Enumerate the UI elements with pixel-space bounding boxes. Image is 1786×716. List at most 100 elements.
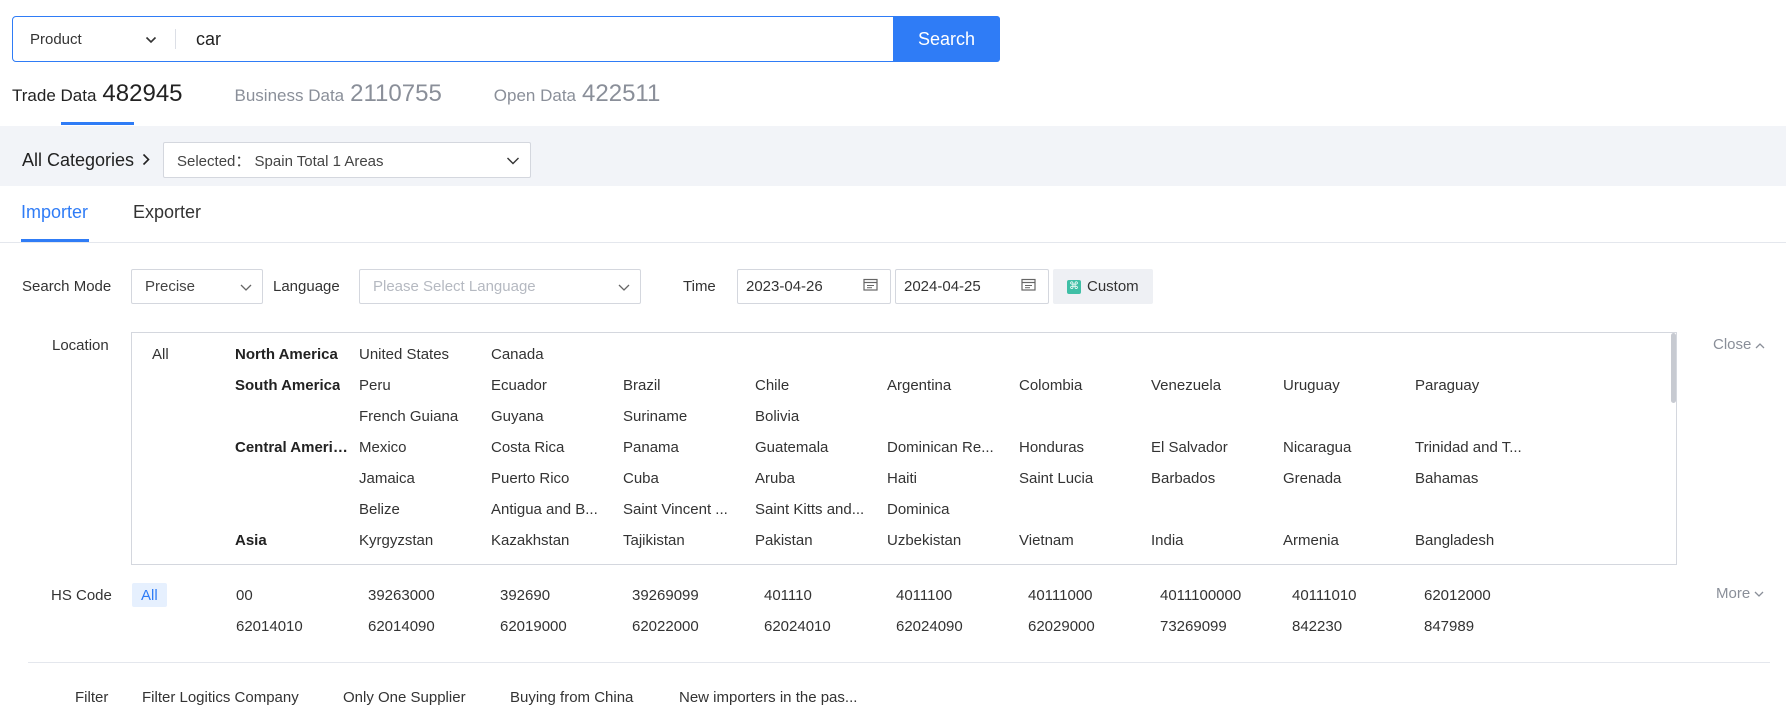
location-country[interactable]: Saint Lucia (1019, 470, 1143, 487)
location-country[interactable]: Brazil (623, 377, 747, 394)
location-country[interactable]: Haiti (887, 470, 1011, 487)
hs-code-all[interactable]: All (132, 583, 167, 607)
filter-buying-from-china[interactable]: Buying from China (510, 689, 633, 706)
hs-code-item[interactable]: 39263000 (368, 587, 435, 604)
region-north-america[interactable]: North America (235, 346, 338, 363)
location-country[interactable]: Tajikistan (623, 532, 747, 549)
filter-only-one-supplier[interactable]: Only One Supplier (343, 689, 466, 706)
hs-code-item[interactable]: 62024010 (764, 618, 831, 635)
location-country[interactable]: Dominican Re... (887, 439, 1011, 456)
hs-code-item[interactable]: 39269099 (632, 587, 699, 604)
location-country[interactable]: United States (359, 346, 483, 363)
end-date-input[interactable]: 2024-04-25 (895, 269, 1049, 304)
selected-areas-select[interactable]: Selected： Spain Total 1 Areas (163, 142, 531, 178)
location-country[interactable]: Chile (755, 377, 879, 394)
location-country[interactable]: Ecuador (491, 377, 615, 394)
chevron-down-icon (1754, 585, 1764, 602)
hs-code-item[interactable]: 62014010 (236, 618, 303, 635)
location-country[interactable]: Barbados (1151, 470, 1275, 487)
location-country[interactable]: Grenada (1283, 470, 1407, 487)
location-country[interactable]: Antigua and B... (491, 501, 615, 518)
all-categories-link[interactable]: All Categories (22, 150, 150, 171)
search-input[interactable] (176, 17, 893, 61)
location-country[interactable]: Argentina (887, 377, 1011, 394)
location-country[interactable]: Pakistan (755, 532, 879, 549)
tab-count: 2110755 (350, 80, 442, 107)
location-country[interactable]: Canada (491, 346, 615, 363)
region-central-america[interactable]: Central Americ... (235, 439, 352, 456)
location-country[interactable]: Kyrgyzstan (359, 532, 483, 549)
hs-code-item[interactable]: 00 (236, 587, 253, 604)
location-country[interactable]: Peru (359, 377, 483, 394)
hs-code-item[interactable]: 842230 (1292, 618, 1342, 635)
location-country[interactable]: Paraguay (1415, 377, 1539, 394)
location-country[interactable]: Aruba (755, 470, 879, 487)
location-country[interactable]: El Salvador (1151, 439, 1275, 456)
tab-importer[interactable]: Importer (21, 202, 88, 223)
search-type-label: Product (30, 30, 82, 48)
location-country[interactable]: Guatemala (755, 439, 879, 456)
hs-code-item[interactable]: 62014090 (368, 618, 435, 635)
region-south-america[interactable]: South America (235, 377, 340, 394)
location-country[interactable]: Armenia (1283, 532, 1407, 549)
hs-code-item[interactable]: 62019000 (500, 618, 567, 635)
tab-open-data[interactable]: Open Data 422511 (494, 80, 661, 108)
hs-code-item[interactable]: 392690 (500, 587, 550, 604)
hs-code-item[interactable]: 40111010 (1292, 587, 1357, 604)
location-country[interactable]: Bahamas (1415, 470, 1539, 487)
hs-code-item[interactable]: 847989 (1424, 618, 1474, 635)
search-mode-select[interactable]: Precise (131, 269, 263, 304)
end-date-value: 2024-04-25 (904, 278, 981, 295)
location-country[interactable]: Bolivia (755, 408, 879, 425)
hs-code-item[interactable]: 73269099 (1160, 618, 1227, 635)
hs-code-item[interactable]: 4011100 (896, 587, 952, 604)
location-country[interactable]: Saint Kitts and... (755, 501, 879, 518)
language-select[interactable]: Please Select Language (359, 269, 641, 304)
location-country[interactable]: Saint Vincent ... (623, 501, 747, 518)
search-type-select[interactable]: Product (13, 17, 175, 61)
location-country[interactable]: French Guiana (359, 408, 483, 425)
hs-code-item[interactable]: 62012000 (1424, 587, 1491, 604)
location-country[interactable]: Costa Rica (491, 439, 615, 456)
location-country[interactable]: Jamaica (359, 470, 483, 487)
location-country[interactable]: India (1151, 532, 1275, 549)
hs-code-more-toggle[interactable]: More (1716, 585, 1764, 602)
location-country[interactable]: Colombia (1019, 377, 1143, 394)
custom-date-button[interactable]: ⌘ Custom (1053, 269, 1153, 304)
location-country[interactable]: Panama (623, 439, 747, 456)
hs-code-item[interactable]: 4011100000 (1160, 587, 1241, 604)
region-asia[interactable]: Asia (235, 532, 267, 549)
tab-trade-data[interactable]: Trade Data 482945 (12, 80, 183, 108)
location-country[interactable]: Bangladesh (1415, 532, 1539, 549)
location-country[interactable]: Mexico (359, 439, 483, 456)
hs-code-item[interactable]: 62024090 (896, 618, 963, 635)
hs-code-item[interactable]: 62029000 (1028, 618, 1095, 635)
location-all[interactable]: All (152, 346, 169, 363)
tab-exporter[interactable]: Exporter (133, 202, 201, 223)
location-country[interactable]: Suriname (623, 408, 747, 425)
location-country[interactable]: Vietnam (1019, 532, 1143, 549)
location-country[interactable]: Guyana (491, 408, 615, 425)
location-country[interactable]: Nicaragua (1283, 439, 1407, 456)
hs-code-item[interactable]: 62022000 (632, 618, 699, 635)
hs-code-item[interactable]: 401110 (764, 587, 812, 604)
search-button[interactable]: Search (893, 16, 1000, 62)
location-country[interactable]: Trinidad and T... (1415, 439, 1539, 456)
location-country[interactable]: Belize (359, 501, 483, 518)
hs-code-item[interactable]: 40111000 (1028, 587, 1093, 604)
chevron-down-icon (506, 152, 520, 169)
location-country[interactable]: Dominica (887, 501, 1011, 518)
tab-business-data[interactable]: Business Data 2110755 (235, 80, 442, 108)
location-country[interactable]: Uzbekistan (887, 532, 1011, 549)
location-country[interactable]: Venezuela (1151, 377, 1275, 394)
location-close-toggle[interactable]: Close (1713, 336, 1765, 353)
location-country[interactable]: Uruguay (1283, 377, 1407, 394)
location-scrollbar[interactable] (1671, 333, 1676, 403)
location-country[interactable]: Puerto Rico (491, 470, 615, 487)
location-country[interactable]: Honduras (1019, 439, 1143, 456)
start-date-input[interactable]: 2023-04-26 (737, 269, 891, 304)
location-country[interactable]: Kazakhstan (491, 532, 615, 549)
location-country[interactable]: Cuba (623, 470, 747, 487)
filter-logistics-company[interactable]: Filter Logitics Company (142, 689, 299, 706)
filter-new-importers[interactable]: New importers in the pas... (679, 689, 857, 706)
